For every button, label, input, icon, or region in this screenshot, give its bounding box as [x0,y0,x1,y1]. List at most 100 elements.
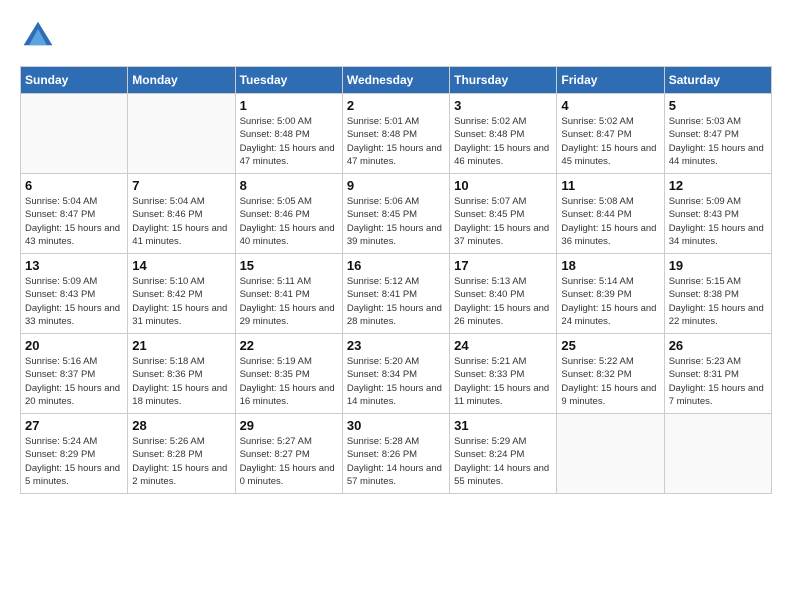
week-row-4: 27 Sunrise: 5:24 AMSunset: 8:29 PMDayligh… [21,414,772,494]
calendar-cell: 2 Sunrise: 5:01 AMSunset: 8:48 PMDaylight… [342,94,449,174]
day-number: 25 [561,338,659,353]
calendar-cell [557,414,664,494]
calendar-cell: 3 Sunrise: 5:02 AMSunset: 8:48 PMDaylight… [450,94,557,174]
logo-icon [20,20,56,56]
day-detail: Sunrise: 5:00 AMSunset: 8:48 PMDaylight:… [240,115,338,168]
day-number: 21 [132,338,230,353]
day-number: 2 [347,98,445,113]
day-detail: Sunrise: 5:18 AMSunset: 8:36 PMDaylight:… [132,355,230,408]
weekday-header-monday: Monday [128,67,235,94]
calendar-cell: 16 Sunrise: 5:12 AMSunset: 8:41 PMDayligh… [342,254,449,334]
weekday-header-row: SundayMondayTuesdayWednesdayThursdayFrid… [21,67,772,94]
day-number: 16 [347,258,445,273]
day-number: 27 [25,418,123,433]
day-number: 9 [347,178,445,193]
day-detail: Sunrise: 5:03 AMSunset: 8:47 PMDaylight:… [669,115,767,168]
weekday-header-sunday: Sunday [21,67,128,94]
day-number: 17 [454,258,552,273]
calendar-cell: 7 Sunrise: 5:04 AMSunset: 8:46 PMDaylight… [128,174,235,254]
day-detail: Sunrise: 5:02 AMSunset: 8:48 PMDaylight:… [454,115,552,168]
day-number: 28 [132,418,230,433]
header [20,20,772,56]
calendar-cell: 21 Sunrise: 5:18 AMSunset: 8:36 PMDayligh… [128,334,235,414]
calendar-cell: 12 Sunrise: 5:09 AMSunset: 8:43 PMDayligh… [664,174,771,254]
calendar-cell: 8 Sunrise: 5:05 AMSunset: 8:46 PMDaylight… [235,174,342,254]
day-detail: Sunrise: 5:19 AMSunset: 8:35 PMDaylight:… [240,355,338,408]
day-detail: Sunrise: 5:29 AMSunset: 8:24 PMDaylight:… [454,435,552,488]
calendar-table: SundayMondayTuesdayWednesdayThursdayFrid… [20,66,772,494]
day-detail: Sunrise: 5:14 AMSunset: 8:39 PMDaylight:… [561,275,659,328]
day-detail: Sunrise: 5:10 AMSunset: 8:42 PMDaylight:… [132,275,230,328]
day-number: 14 [132,258,230,273]
day-number: 23 [347,338,445,353]
day-detail: Sunrise: 5:13 AMSunset: 8:40 PMDaylight:… [454,275,552,328]
day-number: 19 [669,258,767,273]
day-detail: Sunrise: 5:27 AMSunset: 8:27 PMDaylight:… [240,435,338,488]
day-number: 3 [454,98,552,113]
calendar-cell: 20 Sunrise: 5:16 AMSunset: 8:37 PMDayligh… [21,334,128,414]
calendar-cell [128,94,235,174]
day-number: 4 [561,98,659,113]
day-detail: Sunrise: 5:04 AMSunset: 8:46 PMDaylight:… [132,195,230,248]
day-number: 1 [240,98,338,113]
calendar-cell: 22 Sunrise: 5:19 AMSunset: 8:35 PMDayligh… [235,334,342,414]
calendar-cell: 31 Sunrise: 5:29 AMSunset: 8:24 PMDayligh… [450,414,557,494]
weekday-header-wednesday: Wednesday [342,67,449,94]
day-number: 12 [669,178,767,193]
day-number: 13 [25,258,123,273]
calendar-cell: 25 Sunrise: 5:22 AMSunset: 8:32 PMDayligh… [557,334,664,414]
day-number: 31 [454,418,552,433]
day-detail: Sunrise: 5:24 AMSunset: 8:29 PMDaylight:… [25,435,123,488]
week-row-0: 1 Sunrise: 5:00 AMSunset: 8:48 PMDaylight… [21,94,772,174]
day-number: 30 [347,418,445,433]
calendar-cell: 28 Sunrise: 5:26 AMSunset: 8:28 PMDayligh… [128,414,235,494]
calendar-cell: 11Sunrise: 5:08 AMSunset: 8:44 PMDayligh… [557,174,664,254]
day-number: 29 [240,418,338,433]
day-number: 6 [25,178,123,193]
day-number: 24 [454,338,552,353]
calendar-cell: 27 Sunrise: 5:24 AMSunset: 8:29 PMDayligh… [21,414,128,494]
calendar-cell: 30 Sunrise: 5:28 AMSunset: 8:26 PMDayligh… [342,414,449,494]
day-number: 15 [240,258,338,273]
day-detail: Sunrise: 5:05 AMSunset: 8:46 PMDaylight:… [240,195,338,248]
calendar-cell: 5 Sunrise: 5:03 AMSunset: 8:47 PMDaylight… [664,94,771,174]
day-number: 8 [240,178,338,193]
day-detail: Sunrise: 5:21 AMSunset: 8:33 PMDaylight:… [454,355,552,408]
day-detail: Sunrise: 5:28 AMSunset: 8:26 PMDaylight:… [347,435,445,488]
day-detail: Sunrise: 5:02 AMSunset: 8:47 PMDaylight:… [561,115,659,168]
logo [20,20,62,56]
day-detail: Sunrise: 5:15 AMSunset: 8:38 PMDaylight:… [669,275,767,328]
calendar-cell: 1 Sunrise: 5:00 AMSunset: 8:48 PMDaylight… [235,94,342,174]
day-detail: Sunrise: 5:08 AMSunset: 8:44 PMDaylight:… [561,195,659,248]
day-detail: Sunrise: 5:20 AMSunset: 8:34 PMDaylight:… [347,355,445,408]
calendar-cell: 9 Sunrise: 5:06 AMSunset: 8:45 PMDaylight… [342,174,449,254]
day-detail: Sunrise: 5:12 AMSunset: 8:41 PMDaylight:… [347,275,445,328]
weekday-header-saturday: Saturday [664,67,771,94]
day-number: 7 [132,178,230,193]
calendar-cell: 10 Sunrise: 5:07 AMSunset: 8:45 PMDayligh… [450,174,557,254]
day-detail: Sunrise: 5:16 AMSunset: 8:37 PMDaylight:… [25,355,123,408]
calendar-cell: 23 Sunrise: 5:20 AMSunset: 8:34 PMDayligh… [342,334,449,414]
day-detail: Sunrise: 5:09 AMSunset: 8:43 PMDaylight:… [669,195,767,248]
calendar-cell: 19 Sunrise: 5:15 AMSunset: 8:38 PMDayligh… [664,254,771,334]
day-number: 20 [25,338,123,353]
day-detail: Sunrise: 5:22 AMSunset: 8:32 PMDaylight:… [561,355,659,408]
calendar-cell [664,414,771,494]
day-number: 5 [669,98,767,113]
day-number: 18 [561,258,659,273]
day-detail: Sunrise: 5:04 AMSunset: 8:47 PMDaylight:… [25,195,123,248]
week-row-2: 13Sunrise: 5:09 AMSunset: 8:43 PMDayligh… [21,254,772,334]
calendar-cell: 18 Sunrise: 5:14 AMSunset: 8:39 PMDayligh… [557,254,664,334]
weekday-header-friday: Friday [557,67,664,94]
day-detail: Sunrise: 5:07 AMSunset: 8:45 PMDaylight:… [454,195,552,248]
day-detail: Sunrise: 5:01 AMSunset: 8:48 PMDaylight:… [347,115,445,168]
day-detail: Sunrise: 5:11 AMSunset: 8:41 PMDaylight:… [240,275,338,328]
day-number: 10 [454,178,552,193]
day-detail: Sunrise: 5:23 AMSunset: 8:31 PMDaylight:… [669,355,767,408]
calendar-cell: 4 Sunrise: 5:02 AMSunset: 8:47 PMDaylight… [557,94,664,174]
calendar-cell: 29 Sunrise: 5:27 AMSunset: 8:27 PMDayligh… [235,414,342,494]
day-detail: Sunrise: 5:26 AMSunset: 8:28 PMDaylight:… [132,435,230,488]
day-number: 22 [240,338,338,353]
weekday-header-tuesday: Tuesday [235,67,342,94]
day-detail: Sunrise: 5:06 AMSunset: 8:45 PMDaylight:… [347,195,445,248]
